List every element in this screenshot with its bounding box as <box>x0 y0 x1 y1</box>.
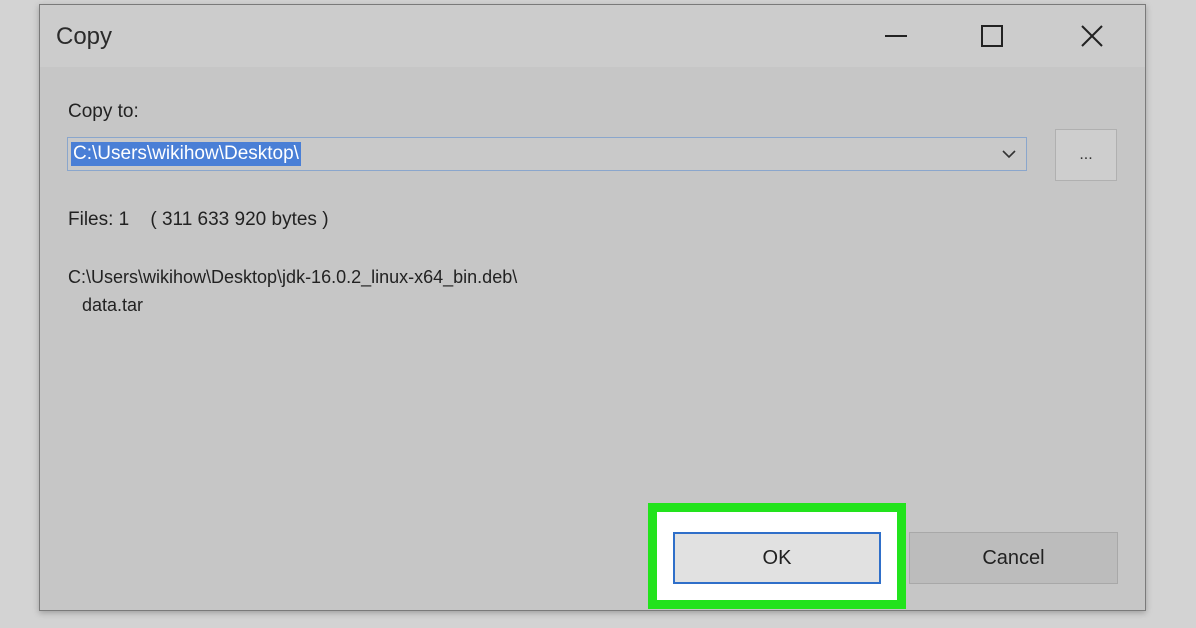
close-icon <box>1081 25 1103 47</box>
background-window-text <box>210 0 530 2</box>
files-summary: Files: 1 ( 311 633 920 bytes ) <box>68 209 329 231</box>
cancel-button[interactable]: Cancel <box>909 532 1118 584</box>
minimize-icon <box>885 35 907 37</box>
source-path: C:\Users\wikihow\Desktop\jdk-16.0.2_linu… <box>68 263 517 319</box>
copy-dialog: Copy Copy to: C:\Users\wikihow\Desktop\ <box>39 4 1146 611</box>
dropdown-button[interactable] <box>998 143 1020 165</box>
source-path-line-1: C:\Users\wikihow\Desktop\jdk-16.0.2_linu… <box>68 267 518 287</box>
minimize-button[interactable] <box>848 5 944 67</box>
source-path-line-2: data.tar <box>82 295 144 315</box>
browse-button[interactable]: ... <box>1055 129 1117 181</box>
maximize-button[interactable] <box>944 5 1040 67</box>
ok-button[interactable]: OK <box>673 532 881 584</box>
title-bar: Copy <box>40 5 1145 67</box>
maximize-icon <box>981 25 1003 47</box>
destination-path-combobox[interactable]: C:\Users\wikihow\Desktop\ <box>67 137 1027 171</box>
chevron-down-icon <box>1002 150 1016 159</box>
destination-path-text[interactable]: C:\Users\wikihow\Desktop\ <box>71 142 301 166</box>
dialog-content: Copy to: C:\Users\wikihow\Desktop\ ... F… <box>40 67 1145 610</box>
files-count: Files: 1 <box>68 209 130 230</box>
copy-to-label: Copy to: <box>68 101 139 122</box>
files-bytes: ( 311 633 920 bytes ) <box>150 209 329 230</box>
close-button[interactable] <box>1044 5 1140 67</box>
dialog-title: Copy <box>56 23 113 50</box>
